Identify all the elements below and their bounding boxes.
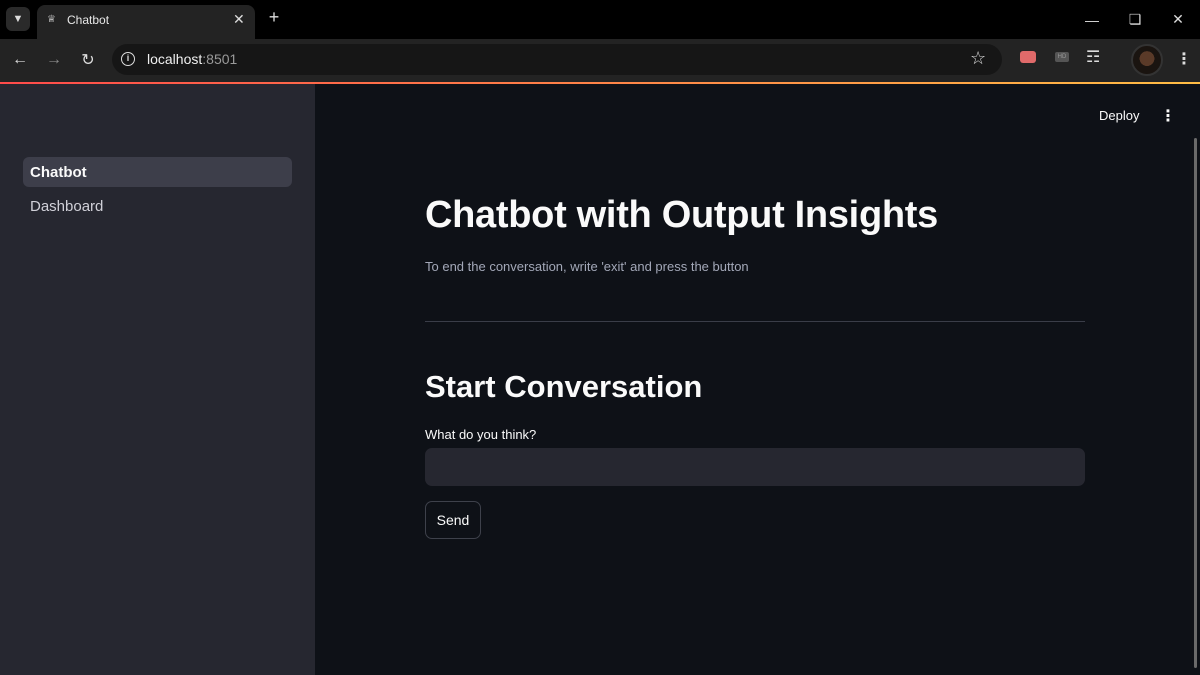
section-title: Start Conversation [425, 369, 703, 404]
browser-menu-icon[interactable]: ⋮ [1176, 49, 1192, 69]
window-close-icon[interactable]: ✕ [1158, 0, 1198, 39]
message-input[interactable] [425, 448, 1085, 486]
sidebar-item-chatbot[interactable]: Chatbot [23, 157, 292, 187]
browser-window: ▼ ♕ Chatbot ✕ + — ❏ ✕ ← → ↻ i localhost:… [0, 0, 1200, 675]
url-host: localhost [147, 51, 203, 67]
address-bar[interactable]: i localhost:8501 ☆ [112, 44, 1002, 75]
main-menu-icon[interactable]: ⋮ [1160, 106, 1176, 126]
hd-extension-icon[interactable]: HD [1055, 52, 1069, 62]
close-icon[interactable]: ✕ [233, 11, 245, 28]
input-label: What do you think? [425, 427, 537, 442]
scrollbar[interactable] [1194, 138, 1197, 668]
send-button[interactable]: Send [425, 501, 481, 539]
reload-icon[interactable]: ↻ [77, 49, 99, 71]
profile-avatar[interactable] [1131, 44, 1163, 76]
browser-toolbar: ← → ↻ i localhost:8501 ☆ HD ☶ ⋮ [0, 39, 1200, 82]
camera-extension-icon[interactable] [1020, 51, 1036, 63]
page-caption: To end the conversation, write 'exit' an… [425, 259, 749, 274]
main-content: Deploy ⋮ Chatbot with Output Insights To… [315, 84, 1200, 675]
minimize-icon[interactable]: — [1072, 0, 1112, 39]
forward-icon[interactable]: → [43, 49, 65, 71]
deploy-button[interactable]: Deploy [1099, 108, 1139, 123]
url-port: :8501 [202, 51, 238, 67]
tab-search-icon[interactable]: ▼ [6, 7, 30, 31]
sidebar-item-dashboard[interactable]: Dashboard [23, 191, 292, 221]
info-icon[interactable]: i [121, 52, 135, 66]
star-icon[interactable]: ☆ [970, 48, 986, 69]
tab-title: Chatbot [67, 13, 110, 27]
puzzle-icon[interactable]: ☶ [1086, 47, 1100, 67]
page-title: Chatbot with Output Insights [425, 194, 938, 236]
tab-strip: ▼ ♕ Chatbot ✕ + — ❏ ✕ [0, 0, 1200, 39]
back-icon[interactable]: ← [9, 49, 31, 71]
url-text[interactable]: localhost:8501 [147, 51, 237, 67]
restore-icon[interactable]: ❏ [1115, 0, 1155, 39]
browser-tab[interactable]: ♕ Chatbot ✕ [37, 5, 255, 39]
new-tab-icon[interactable]: + [264, 7, 284, 28]
sidebar: Chatbot Dashboard [0, 84, 315, 675]
sidebar-item-label: Dashboard [30, 198, 104, 215]
streamlit-crown-icon: ♕ [47, 14, 56, 25]
sidebar-item-label: Chatbot [30, 164, 87, 181]
divider [425, 321, 1085, 322]
